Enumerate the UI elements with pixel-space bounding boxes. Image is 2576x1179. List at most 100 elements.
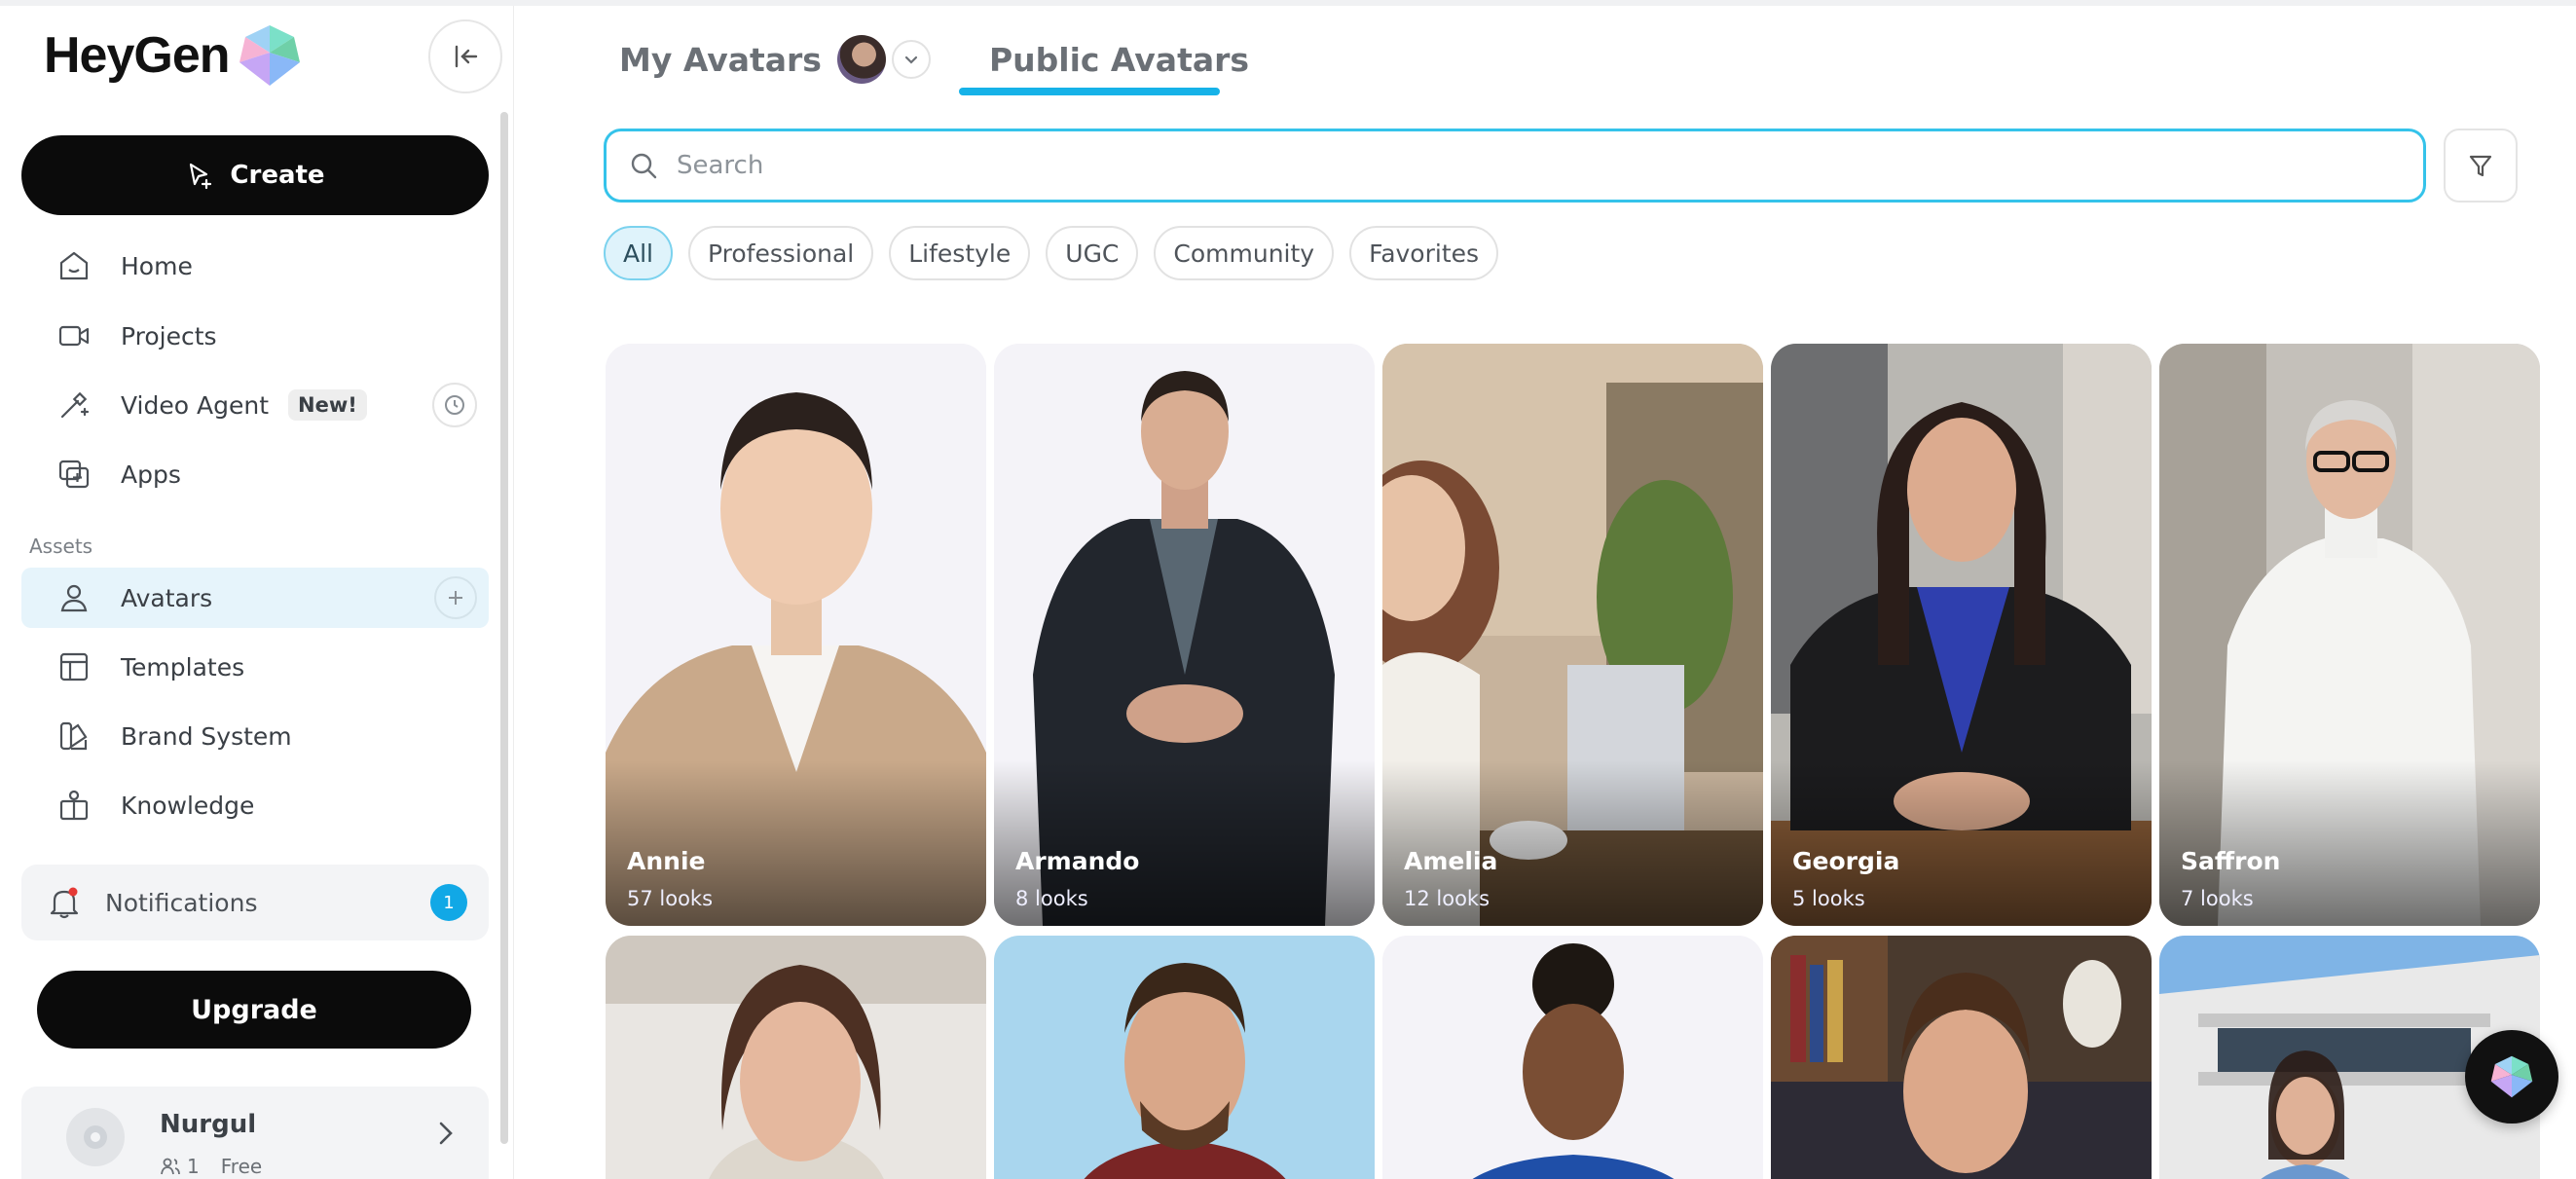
upgrade-button[interactable]: Upgrade xyxy=(37,971,471,1049)
avatar-card[interactable]: Amelia 12 looks xyxy=(1382,344,1763,926)
tab-my-avatars-label: My Avatars xyxy=(619,40,822,79)
chevron-down-icon xyxy=(904,55,918,64)
user-account-card[interactable]: Nurgul 1 Free xyxy=(21,1087,489,1179)
sidebar-item-avatars[interactable]: Avatars xyxy=(21,568,489,628)
my-avatars-dropdown-button[interactable] xyxy=(891,40,931,79)
sidebar-item-label: Knowledge xyxy=(121,791,255,820)
assets-section-label: Assets xyxy=(29,534,93,558)
logo-gem-icon xyxy=(239,25,300,86)
member-count-value: 1 xyxy=(187,1155,200,1178)
user-name: Nurgul xyxy=(160,1110,257,1139)
sidebar-scrollbar[interactable] xyxy=(500,112,508,1144)
avatar-photo xyxy=(1382,936,1763,1179)
sidebar-item-label: Video Agent xyxy=(121,390,269,420)
notifications-label: Notifications xyxy=(105,888,258,917)
assistant-fab-button[interactable] xyxy=(2465,1030,2558,1124)
sidebar-item-video-agent[interactable]: Video Agent New! xyxy=(21,375,489,435)
avatar-card[interactable] xyxy=(1771,936,2152,1179)
avatar-name: Georgia xyxy=(1792,847,1900,875)
sidebar-item-label: Projects xyxy=(121,321,217,350)
avatar-card[interactable]: Saffron 7 looks xyxy=(2159,344,2540,926)
video-camera-icon xyxy=(53,314,95,357)
filter-icon xyxy=(2469,155,2492,177)
sidebar-item-home[interactable]: Home xyxy=(21,236,489,296)
sidebar-item-knowledge[interactable]: Knowledge xyxy=(21,775,489,835)
apps-icon xyxy=(53,453,95,496)
sidebar-item-templates[interactable]: Templates xyxy=(21,637,489,697)
avatar-looks-count: 12 looks xyxy=(1404,887,1490,910)
avatar-card[interactable] xyxy=(606,936,986,1179)
avatar-name: Amelia xyxy=(1404,847,1498,875)
knowledge-icon xyxy=(53,784,95,827)
sidebar-item-label: Home xyxy=(121,251,193,280)
heygen-assistant-icon xyxy=(2490,1055,2533,1098)
template-icon xyxy=(53,645,95,688)
member-count: 1 xyxy=(160,1155,200,1178)
sidebar-item-brand-system[interactable]: Brand System xyxy=(21,706,489,766)
avatar-looks-count: 5 looks xyxy=(1792,887,1865,910)
tab-public-avatars-label: Public Avatars xyxy=(988,40,1250,79)
search-icon xyxy=(631,153,657,179)
sidebar-item-label: Templates xyxy=(121,652,245,682)
avatar-card[interactable] xyxy=(1382,936,1763,1179)
notification-count-badge: 1 xyxy=(430,884,467,921)
user-icon xyxy=(53,576,95,619)
history-icon xyxy=(445,395,464,415)
sidebar-item-apps[interactable]: Apps xyxy=(21,444,489,504)
new-badge: New! xyxy=(288,389,367,421)
avatar-name: Armando xyxy=(1015,847,1140,875)
magic-wand-icon xyxy=(53,384,95,426)
sidebar: HeyGen Create Home Projects Video Agent … xyxy=(10,6,514,1179)
tab-public-avatars[interactable]: Public Avatars xyxy=(989,29,1249,90)
collapse-sidebar-button[interactable] xyxy=(428,19,502,93)
search-input[interactable] xyxy=(677,151,2332,180)
avatar-looks-count: 8 looks xyxy=(1015,887,1088,910)
user-avatar-icon xyxy=(84,1125,107,1149)
create-button[interactable]: Create xyxy=(21,135,489,215)
tab-my-avatars[interactable]: My Avatars xyxy=(619,29,931,90)
search-bar[interactable] xyxy=(604,129,2426,203)
sidebar-item-label: Brand System xyxy=(121,721,292,751)
avatar-card[interactable]: Armando 8 looks xyxy=(994,344,1375,926)
create-icon xyxy=(190,163,212,190)
filter-chip-favorites[interactable]: Favorites xyxy=(1349,226,1499,280)
notifications-item[interactable]: Notifications 1 xyxy=(21,865,489,940)
plus-icon xyxy=(449,591,462,605)
bell-icon xyxy=(43,881,86,924)
avatar xyxy=(836,35,886,84)
sidebar-item-label: Apps xyxy=(121,460,181,489)
category-filters: All Professional Lifestyle UGC Community… xyxy=(604,226,1499,280)
sidebar-item-projects[interactable]: Projects xyxy=(21,306,489,366)
logo-text: HeyGen xyxy=(44,27,231,84)
add-avatar-button[interactable] xyxy=(434,576,477,619)
avatar-looks-count: 57 looks xyxy=(627,887,714,910)
collapse-left-icon xyxy=(455,45,478,68)
video-agent-history-button[interactable] xyxy=(432,383,477,427)
brand-icon xyxy=(53,715,95,757)
avatar-photo xyxy=(1771,936,2152,1179)
avatar-name: Saffron xyxy=(2181,847,2281,875)
filter-chip-professional[interactable]: Professional xyxy=(688,226,874,280)
plan-label: Free xyxy=(220,1155,263,1178)
members-icon xyxy=(161,1158,180,1175)
chevron-right-icon xyxy=(434,1116,458,1155)
filter-chip-all[interactable]: All xyxy=(604,226,673,280)
filter-chip-ugc[interactable]: UGC xyxy=(1046,226,1139,280)
avatar-looks-count: 7 looks xyxy=(2181,887,2254,910)
filter-button[interactable] xyxy=(2444,129,2518,203)
avatar-name: Annie xyxy=(627,847,706,875)
sidebar-item-label: Avatars xyxy=(121,583,213,612)
filter-chip-community[interactable]: Community xyxy=(1154,226,1335,280)
avatar xyxy=(66,1108,125,1166)
home-icon xyxy=(53,244,95,287)
avatar-card[interactable] xyxy=(994,936,1375,1179)
active-tab-indicator xyxy=(959,88,1220,95)
user-meta: 1 Free xyxy=(160,1155,262,1178)
avatar-card[interactable]: Annie 57 looks xyxy=(606,344,986,926)
avatar-card[interactable]: Georgia 5 looks xyxy=(1771,344,2152,926)
avatar-photo xyxy=(606,936,986,1179)
create-label: Create xyxy=(230,161,325,190)
avatar-photo xyxy=(994,936,1375,1179)
filter-chip-lifestyle[interactable]: Lifestyle xyxy=(889,226,1031,280)
heygen-logo[interactable]: HeyGen xyxy=(44,21,304,90)
